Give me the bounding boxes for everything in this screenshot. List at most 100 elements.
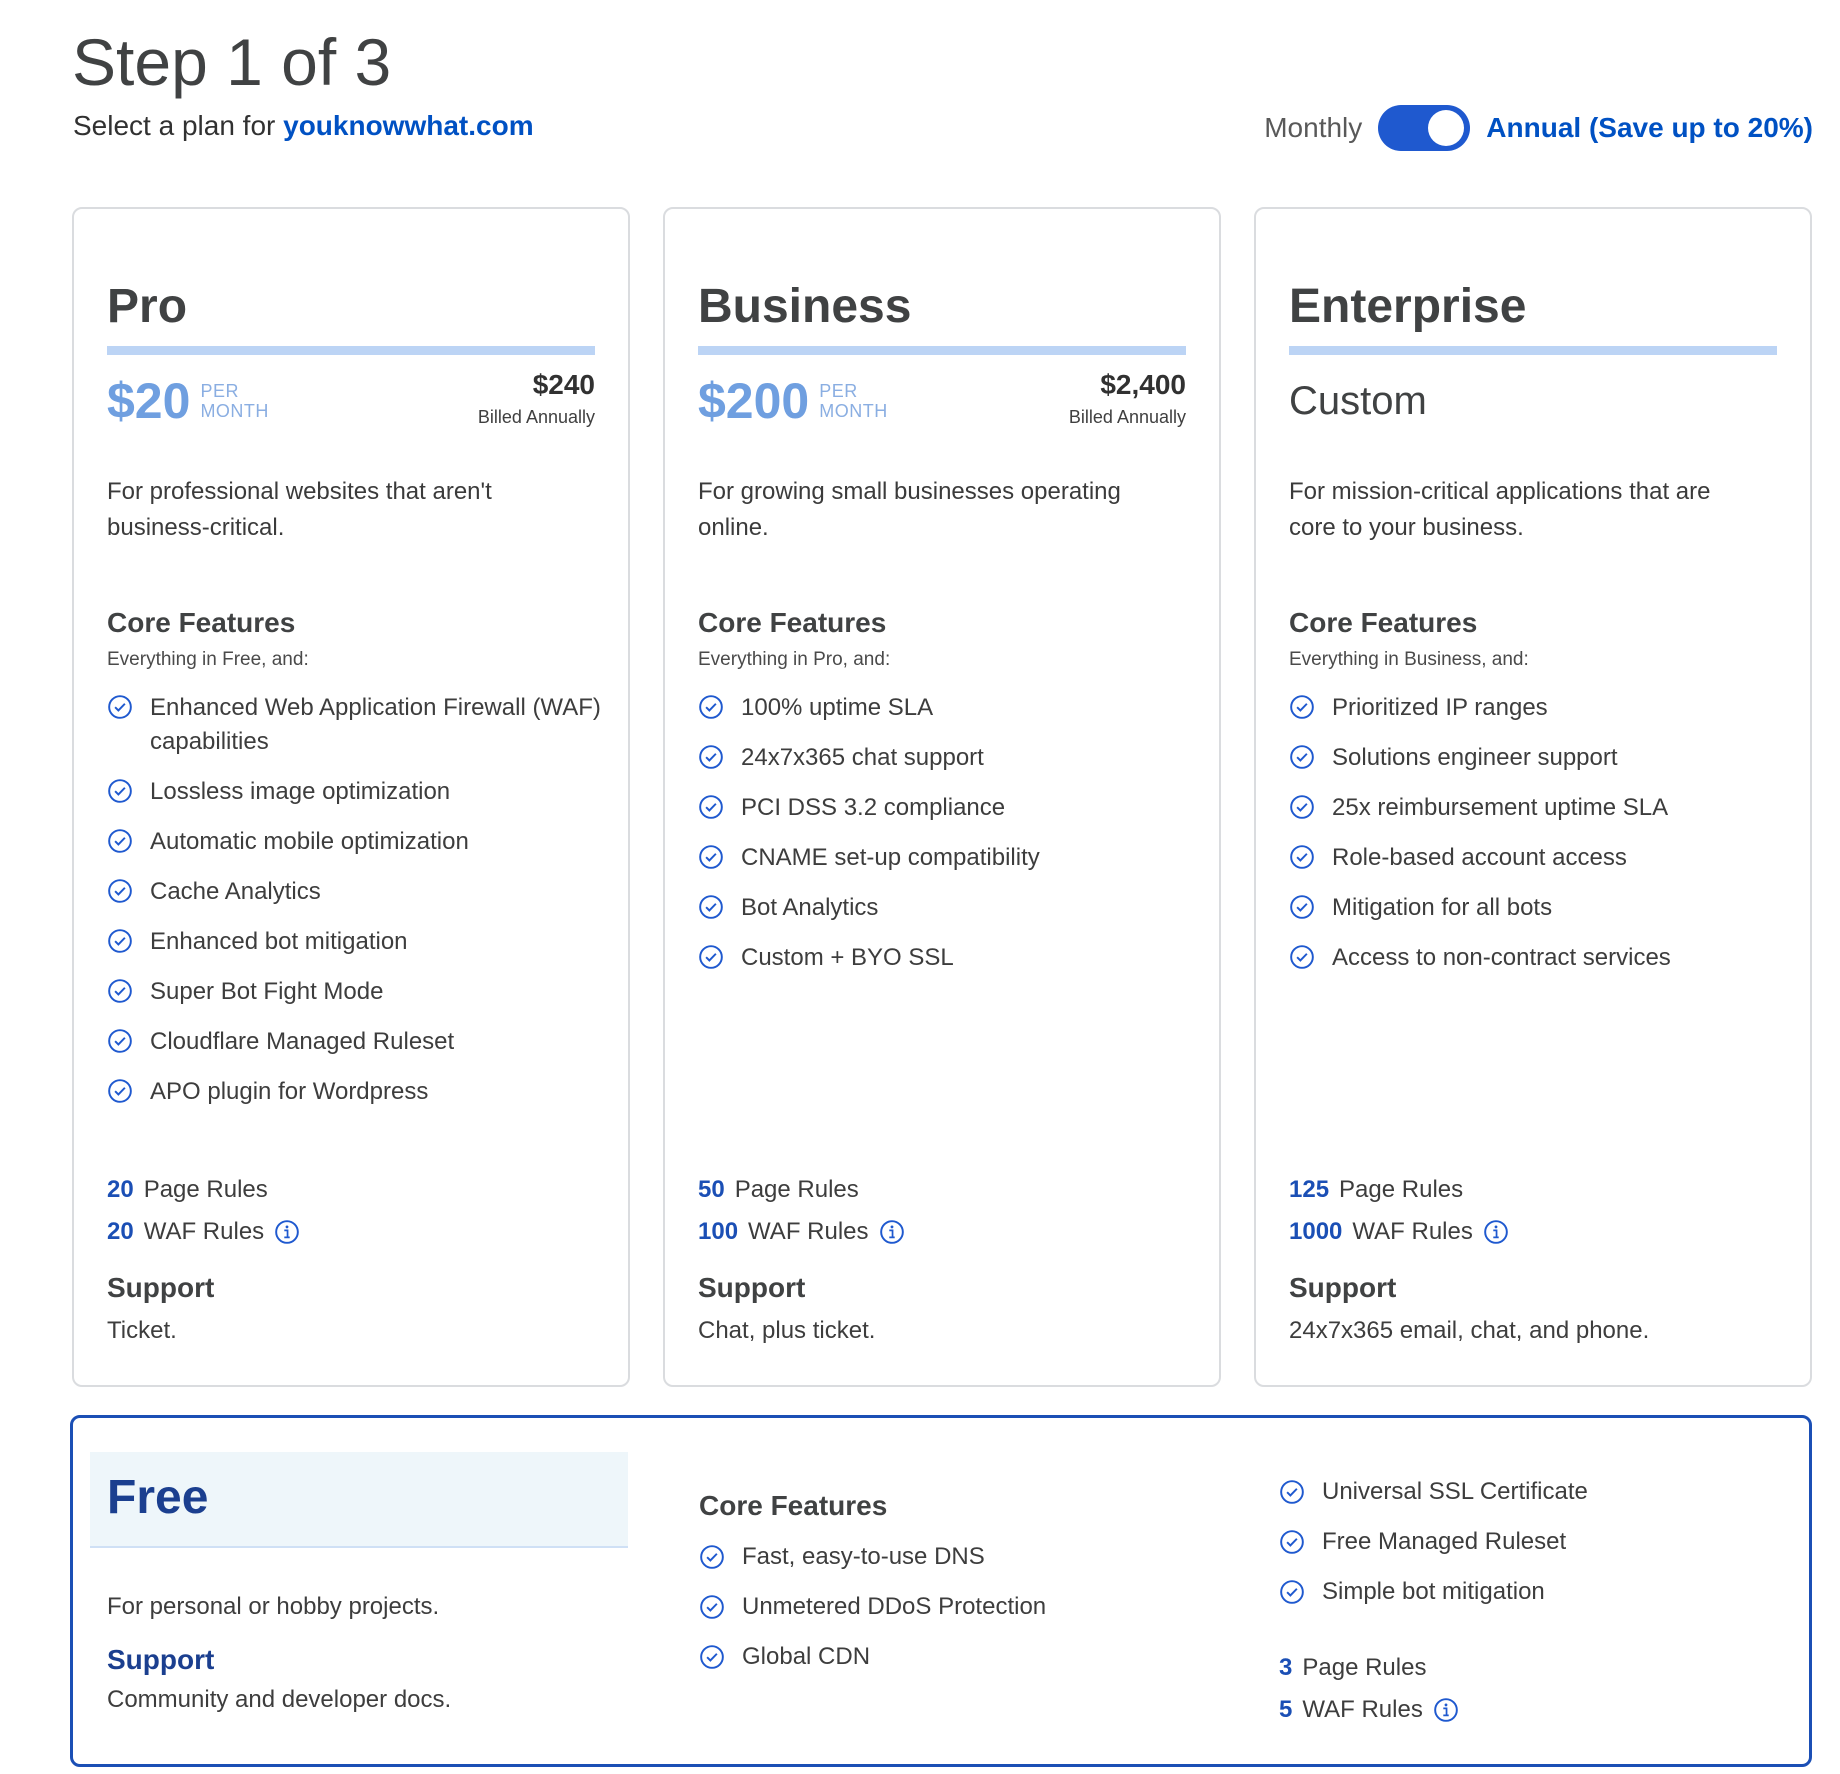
- feature-item: Lossless image optimization: [107, 775, 608, 809]
- feature-item: Cache Analytics: [107, 875, 608, 909]
- feature-item: Fast, easy-to-use DNS: [699, 1540, 1259, 1574]
- billing-toggle[interactable]: [1378, 105, 1471, 151]
- plan-divider: [698, 346, 1186, 355]
- waf-rules-row: 5 WAF Rules: [1279, 1689, 1459, 1731]
- support-title: Support: [698, 1272, 806, 1303]
- info-circle-icon[interactable]: [879, 1219, 905, 1245]
- plan-subtitle: Select a plan for youknowwhat.com: [73, 110, 534, 142]
- waf-rules-row: 20 WAF Rules: [107, 1211, 300, 1253]
- plan-description: For professional websites that aren't bu…: [107, 478, 492, 541]
- feature-label: Cache Analytics: [150, 878, 321, 905]
- page-rules-row: 50 Page Rules: [698, 1169, 905, 1211]
- plan-name: Enterprise: [1289, 280, 1527, 333]
- free-plan-header: Free: [90, 1452, 628, 1548]
- feature-list: 100% uptime SLA 24x7x365 chat support PC…: [698, 691, 1199, 991]
- rules-limits: 3 Page Rules 5 WAF Rules: [1279, 1647, 1459, 1731]
- check-circle-icon: [1280, 1480, 1304, 1504]
- feature-label: Access to non-contract services: [1332, 944, 1671, 971]
- feature-item: Free Managed Ruleset: [1279, 1525, 1799, 1559]
- check-circle-icon: [108, 879, 132, 903]
- waf-rules-count: 5: [1279, 1696, 1293, 1723]
- feature-label: Unmetered DDoS Protection: [742, 1593, 1047, 1620]
- annual-label[interactable]: Annual (Save up to 20%): [1486, 112, 1813, 144]
- waf-rules-label: WAF Rules: [1352, 1218, 1473, 1245]
- plan-card-enterprise[interactable]: Enterprise Custom For mission-critical a…: [1254, 207, 1812, 1387]
- feature-label: Prioritized IP ranges: [1332, 694, 1548, 721]
- feature-label: Solutions engineer support: [1332, 744, 1618, 771]
- plan-price: $20 PER MONTH: [107, 372, 269, 430]
- plan-name: Free: [107, 1471, 209, 1524]
- per-unit: MONTH: [819, 401, 888, 421]
- price-amount: $200: [698, 373, 810, 429]
- support-text: Community and developer docs.: [107, 1686, 452, 1713]
- feature-label: Fast, easy-to-use DNS: [742, 1543, 985, 1570]
- monthly-label[interactable]: Monthly: [1264, 112, 1362, 144]
- annual-total-amount: $240: [532, 369, 595, 400]
- check-circle-icon: [700, 1645, 724, 1669]
- plan-card-business[interactable]: Business $200 PER MONTH $2,400 Billed Ann…: [663, 207, 1221, 1387]
- waf-rules-row: 1000 WAF Rules: [1289, 1211, 1509, 1253]
- subtitle-prefix: Select a plan for: [73, 110, 284, 141]
- feature-label: Enhanced bot mitigation: [150, 928, 408, 955]
- feature-item: CNAME set-up compatibility: [698, 841, 1199, 875]
- feature-list-right: Universal SSL Certificate Free Managed R…: [1279, 1475, 1799, 1625]
- check-circle-icon: [1290, 745, 1314, 769]
- plan-card-free[interactable]: Free For personal or hobby projects. Sup…: [70, 1415, 1812, 1767]
- plan-description: For personal or hobby projects.: [107, 1593, 440, 1620]
- waf-rules-label: WAF Rules: [748, 1218, 869, 1245]
- page-rules-row: 125 Page Rules: [1289, 1169, 1509, 1211]
- page-rules-count: 20: [107, 1176, 134, 1203]
- custom-price: Custom: [1289, 379, 1427, 423]
- rules-limits: 125 Page Rules 1000 WAF Rules: [1289, 1169, 1509, 1253]
- plan-divider: [1289, 346, 1777, 355]
- feature-item: Super Bot Fight Mode: [107, 975, 608, 1009]
- page-rules-label: Page Rules: [143, 1176, 268, 1203]
- plan-divider: [107, 346, 595, 355]
- billed-annually-label: Billed Annually: [1068, 407, 1186, 427]
- feature-label: Lossless image optimization: [150, 778, 451, 805]
- check-circle-icon: [1280, 1530, 1304, 1554]
- waf-rules-count: 1000: [1289, 1218, 1343, 1245]
- info-circle-icon[interactable]: [1433, 1697, 1459, 1723]
- check-circle-icon: [1280, 1580, 1304, 1604]
- core-features-title: Core Features: [1289, 607, 1478, 638]
- check-circle-icon: [1290, 795, 1314, 819]
- feature-label: PCI DSS 3.2 compliance: [741, 794, 1006, 821]
- feature-item: Enhanced bot mitigation: [107, 925, 608, 959]
- info-circle-icon[interactable]: [274, 1219, 300, 1245]
- per-unit: MONTH: [200, 401, 269, 421]
- support-title: Support: [107, 1644, 215, 1675]
- info-circle-icon[interactable]: [1483, 1219, 1509, 1245]
- feature-item: Custom + BYO SSL: [698, 941, 1199, 975]
- per-label: PER: [200, 381, 239, 401]
- billing-period-switch: Monthly Annual (Save up to 20%): [1264, 105, 1813, 151]
- rules-limits: 50 Page Rules 100 WAF Rules: [698, 1169, 905, 1253]
- page-rules-label: Page Rules: [1339, 1176, 1464, 1203]
- page-rules-count: 50: [698, 1176, 725, 1203]
- feature-item: Access to non-contract services: [1289, 941, 1790, 975]
- support-title: Support: [1289, 1272, 1397, 1303]
- page-rules-label: Page Rules: [734, 1176, 859, 1203]
- feature-label: Enhanced Web Application Firewall (WAF) …: [150, 694, 601, 755]
- waf-rules-row: 100 WAF Rules: [698, 1211, 905, 1253]
- annual-total-amount: $2,400: [1100, 369, 1186, 400]
- feature-item: 25x reimbursement uptime SLA: [1289, 791, 1790, 825]
- feature-label: Simple bot mitigation: [1322, 1578, 1545, 1605]
- feature-label: Bot Analytics: [741, 894, 879, 921]
- feature-item: 24x7x365 chat support: [698, 741, 1199, 775]
- feature-item: Solutions engineer support: [1289, 741, 1790, 775]
- support-text: Chat, plus ticket.: [698, 1317, 876, 1344]
- check-circle-icon: [699, 745, 723, 769]
- feature-item: Role-based account access: [1289, 841, 1790, 875]
- feature-item: Bot Analytics: [698, 891, 1199, 925]
- check-circle-icon: [108, 1079, 132, 1103]
- plan-name: Business: [698, 280, 912, 333]
- core-features-subtitle: Everything in Business, and:: [1289, 649, 1529, 670]
- check-circle-icon: [108, 695, 132, 719]
- plan-card-pro[interactable]: Pro $20 PER MONTH $240 Billed Annually Fo…: [72, 207, 630, 1387]
- feature-label: Cloudflare Managed Ruleset: [150, 1028, 455, 1055]
- feature-item: Simple bot mitigation: [1279, 1575, 1799, 1609]
- feature-label: Super Bot Fight Mode: [150, 978, 384, 1005]
- check-circle-icon: [699, 695, 723, 719]
- page-rules-count: 3: [1279, 1654, 1293, 1681]
